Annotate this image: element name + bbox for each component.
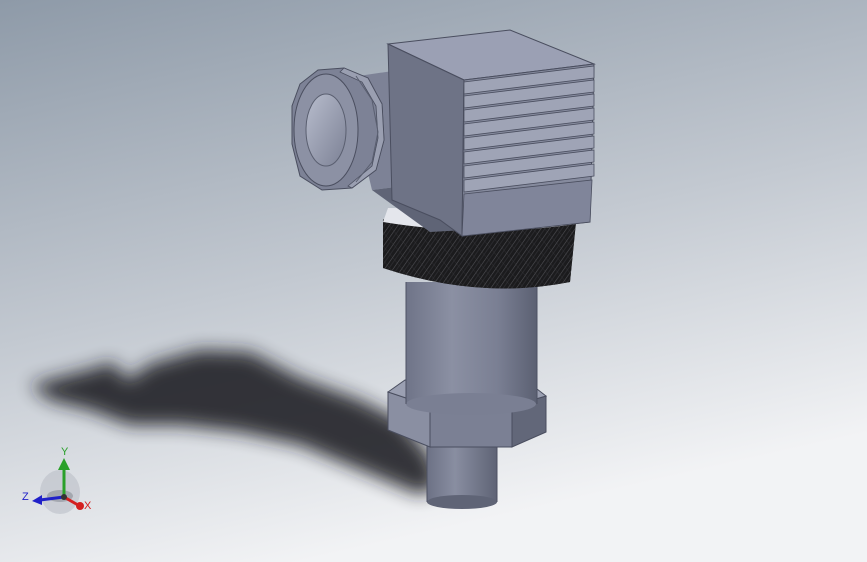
triad-x-arrow [76,502,84,510]
triad-y-label: Y [61,446,69,458]
triad-z-label: Z [22,491,29,503]
cable-bore [305,93,347,167]
graphics-viewport[interactable]: Y X Z [0,0,867,562]
cable-gland-nut[interactable] [291,67,385,191]
sensor-body-cylinder[interactable] [405,282,538,415]
process-connection-stub[interactable] [426,440,498,509]
model-view[interactable]: Y X Z [0,0,867,562]
triad-x-label: X [84,500,92,512]
